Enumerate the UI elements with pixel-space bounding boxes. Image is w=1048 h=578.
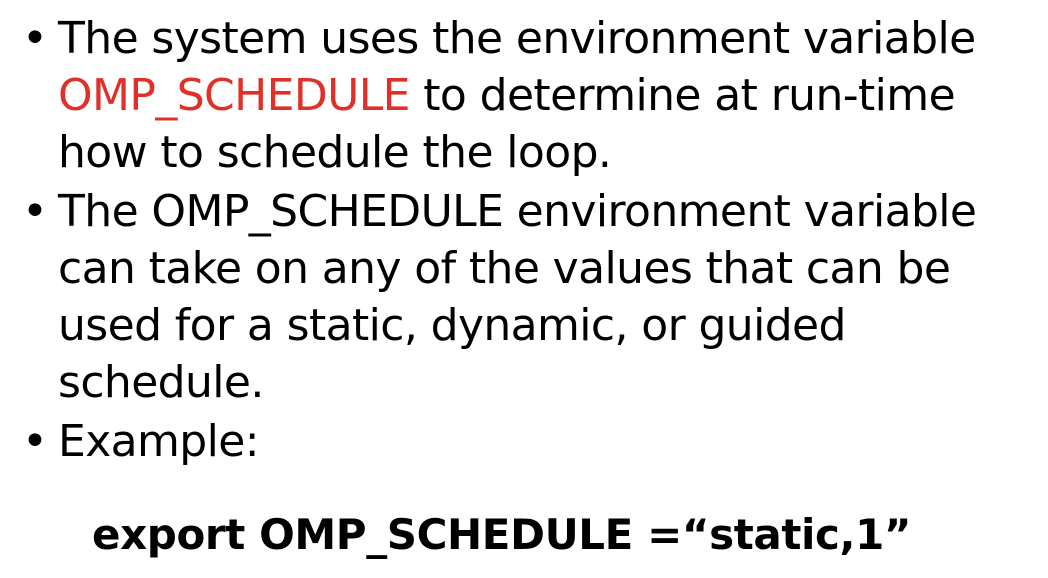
highlighted-env-var: OMP_SCHEDULE [58, 70, 410, 121]
bullet-list: • The system uses the environment variab… [20, 10, 1040, 472]
bullet-text-before: The system uses the environment variable [58, 13, 976, 64]
slide: • The system uses the environment variab… [0, 0, 1048, 578]
bullet-marker: • [22, 416, 48, 467]
bullet-marker: • [22, 13, 48, 64]
bullet-item-env-var: • The system uses the environment variab… [20, 10, 1040, 181]
example-code: export OMP_SCHEDULE =“static,1” [92, 510, 912, 559]
bullet-item-values: • The OMP_SCHEDULE environment variable … [20, 183, 1040, 411]
bullet-item-example: • Example: [20, 413, 1040, 470]
bullet-text: The OMP_SCHEDULE environment variable ca… [58, 186, 977, 408]
bullet-marker: • [22, 186, 48, 237]
bullet-text: Example: [58, 416, 260, 467]
